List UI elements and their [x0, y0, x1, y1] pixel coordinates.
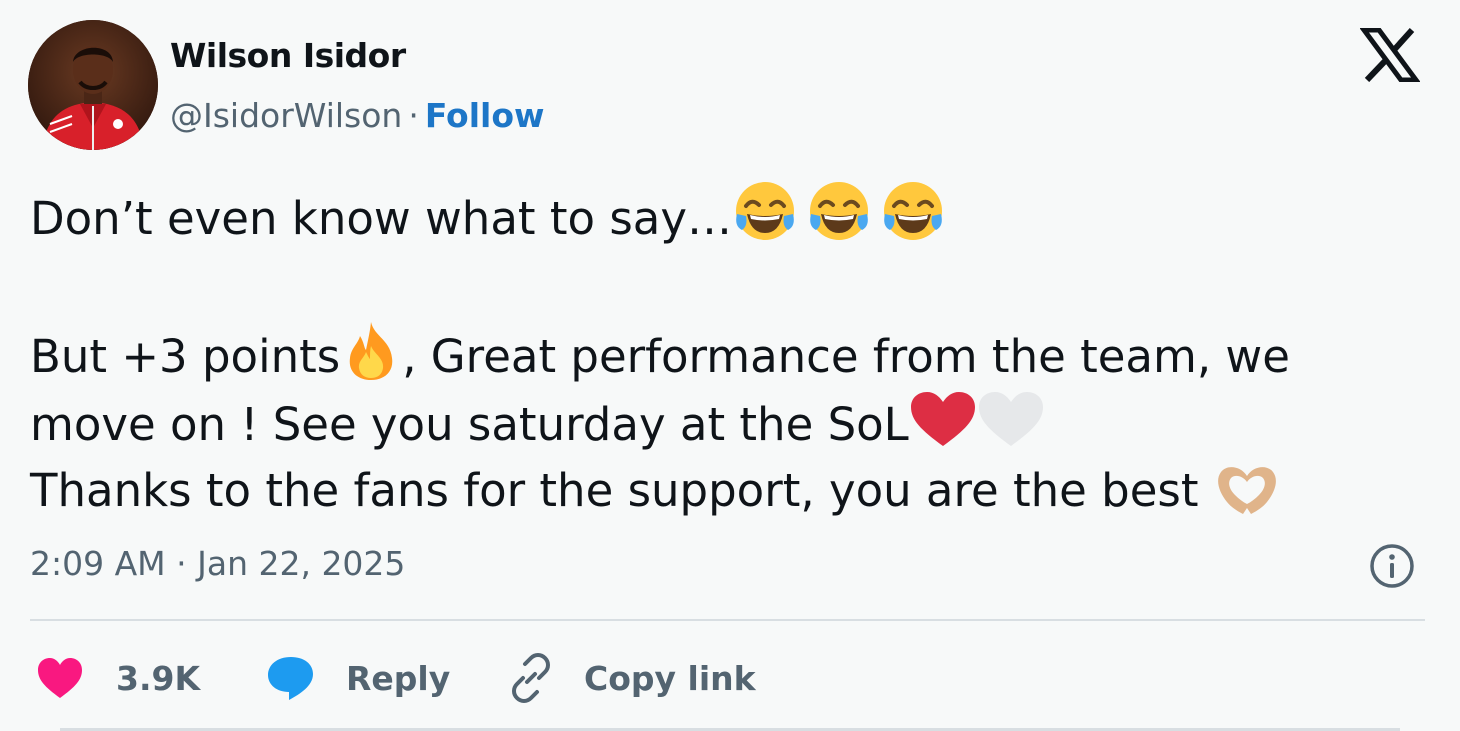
tweet-line-1: Don’t even know what to say… [30, 192, 732, 245]
tweet-line-2b: , Great performance from the team, we [402, 330, 1290, 383]
tears-of-joy-emoji-icon [735, 182, 794, 240]
x-logo-icon[interactable] [1360, 28, 1420, 82]
reply-label: Reply [346, 658, 451, 698]
tears-of-joy-emoji-icon [809, 182, 868, 240]
author-avatar[interactable] [28, 20, 158, 150]
like-count: 3.9K [116, 658, 201, 698]
tweet-line-2a: But +3 points [30, 330, 341, 383]
author-name[interactable]: Wilson Isidor [170, 36, 406, 75]
like-button[interactable]: 3.9K [36, 640, 200, 716]
fire-emoji-icon [349, 322, 393, 380]
tweet-line-3: move on ! See you saturday at the SoL [30, 398, 909, 451]
tears-of-joy-emoji-icon [883, 182, 942, 240]
red-heart-emoji-icon [910, 392, 975, 446]
divider [30, 619, 1425, 621]
copy-link-button[interactable]: Copy link [506, 640, 756, 716]
author-handle[interactable]: @IsidorWilson [170, 96, 402, 135]
tweet-line-4: Thanks to the fans for the support, you … [30, 464, 1213, 517]
heart-icon [38, 658, 82, 698]
info-icon[interactable] [1368, 542, 1416, 590]
follow-button[interactable]: Follow [425, 96, 545, 135]
tweet-text: Don’t even know what to say… But +3 poin… [30, 178, 1410, 524]
copy-link-label: Copy link [584, 658, 756, 698]
reply-bubble-icon [268, 657, 313, 700]
reply-button[interactable]: Reply [266, 640, 450, 716]
author-handle-row: @IsidorWilson · Follow [170, 96, 545, 135]
white-heart-emoji-icon [978, 392, 1043, 446]
link-icon [512, 653, 550, 703]
heart-hands-emoji-icon [1217, 467, 1276, 514]
separator-dot: · [408, 96, 419, 135]
tweet-timestamp[interactable]: 2:09 AM · Jan 22, 2025 [30, 544, 405, 583]
